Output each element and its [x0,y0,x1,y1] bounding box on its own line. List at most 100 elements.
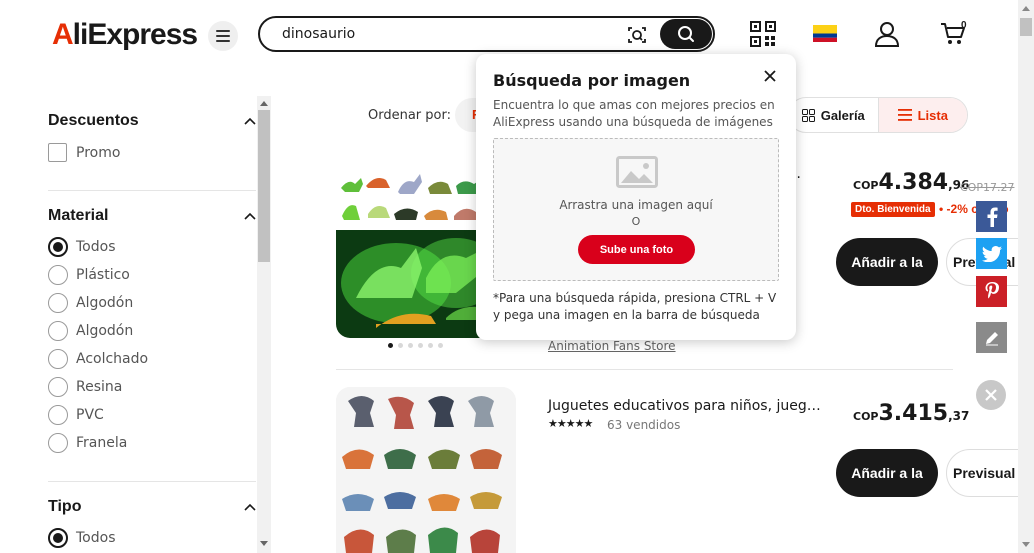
sort-label: Ordenar por: [368,108,451,123]
original-price: COP17.27 [960,181,1015,194]
scroll-down-arrow-icon[interactable] [260,541,268,547]
edit-button[interactable] [976,322,1007,353]
qr-code-icon[interactable] [750,21,776,47]
product-title[interactable]: Juguetes educativos para niños, jueg… [548,398,821,414]
gallery-view-button[interactable]: Galería [789,98,879,132]
carousel-dot[interactable] [398,343,403,348]
page: AliExpress 0 Descuentos Promo Material T… [0,0,1034,553]
paste-hint: *Para una búsqueda rápida, presiona CTRL… [493,291,777,322]
upload-photo-button[interactable]: Sube una foto [578,235,695,264]
product-image[interactable] [336,387,516,553]
divider [48,190,256,191]
image-drop-zone[interactable]: Arrastra una imagen aquí O Sube una foto [493,138,779,281]
radio[interactable] [48,293,68,313]
drop-text: Arrastra una imagen aquí [559,198,713,212]
material-option[interactable]: Plástico [48,265,130,285]
filter-promo[interactable]: Promo [48,143,120,162]
aliexpress-logo[interactable]: AliExpress [52,18,198,52]
radio[interactable] [48,349,68,369]
carousel-dot[interactable] [418,343,423,348]
radio-selected[interactable] [48,237,68,257]
twitter-share-button[interactable] [976,238,1007,269]
material-option-label: Plástico [76,267,130,283]
rating-stars: ★★★★★ [548,418,593,430]
gallery-view-label: Galería [820,107,865,123]
material-option[interactable]: Algodón [48,321,133,341]
close-icon [985,389,997,401]
search-input[interactable] [282,26,612,42]
cart-count: 0 [961,20,967,31]
view-toggle: Galería Lista [788,97,968,133]
scroll-down-arrow-icon[interactable] [1022,542,1030,548]
popup-title: Búsqueda por imagen [493,71,691,90]
divider [48,481,256,482]
scroll-up-arrow-icon[interactable] [1022,5,1030,11]
tipo-header[interactable]: Tipo [48,498,256,516]
colombia-flag-icon[interactable] [813,25,837,42]
sidebar-scroll-thumb[interactable] [258,110,270,262]
scroll-up-arrow-icon[interactable] [260,100,268,106]
chevron-up-icon[interactable] [244,212,256,220]
radio-selected[interactable] [48,528,68,548]
filter-promo-label: Promo [76,144,121,161]
camera-search-icon[interactable] [626,25,648,45]
twitter-icon [981,245,1002,262]
radio[interactable] [48,433,68,453]
radio[interactable] [48,377,68,397]
facebook-icon [987,207,998,227]
account-icon[interactable] [874,21,900,47]
material-option-label: Algodón [76,323,134,339]
carousel-dot[interactable] [388,343,393,348]
radio[interactable] [48,321,68,341]
close-icon[interactable] [764,70,776,82]
tipo-option[interactable]: Todos [48,528,115,548]
product-price: COP4.384,96 [853,170,969,195]
carousel-dot[interactable] [428,343,433,348]
logo-accent: A [52,18,74,51]
or-text: O [631,215,641,228]
sidebar-scrollbar[interactable] [257,96,271,553]
material-option[interactable]: Todos [48,237,115,257]
page-scrollbar[interactable] [1018,0,1034,553]
price-decimal: ,37 [948,409,970,423]
material-option-label: PVC [76,407,104,423]
material-option[interactable]: PVC [48,405,104,425]
search-button[interactable] [660,19,712,49]
material-option[interactable]: Resina [48,377,122,397]
edit-icon [985,331,998,345]
radio[interactable] [48,405,68,425]
facebook-share-button[interactable] [976,201,1007,232]
filter-sidebar: Descuentos Promo Material Todos Plástico… [0,96,272,553]
store-link[interactable]: Animation Fans Store [548,339,676,353]
dinosaur-finger-toys-image [336,387,516,553]
list-view-button[interactable]: Lista [878,98,967,132]
carousel-dot[interactable] [408,343,413,348]
tipo-option-label: Todos [76,530,116,546]
material-header[interactable]: Material [48,207,256,225]
material-option-label: Resina [76,379,123,395]
radio[interactable] [48,265,68,285]
price-currency: COP [853,179,879,192]
add-to-cart-button[interactable]: Añadir a la [836,449,938,497]
popup-description: Encuentra lo que amas con mejores precio… [493,98,775,129]
checkbox[interactable] [48,143,67,162]
tipo-title: Tipo [48,498,82,515]
page-scroll-thumb[interactable] [1020,18,1032,36]
material-option[interactable]: Franela [48,433,127,453]
list-icon [897,109,912,121]
list-view-label: Lista [917,107,948,123]
chevron-up-icon[interactable] [244,503,256,511]
menu-button[interactable] [208,21,238,51]
carousel-dot[interactable] [438,343,443,348]
pinterest-share-button[interactable] [976,276,1007,307]
chevron-up-icon[interactable] [244,117,256,125]
image-carousel-dots [388,343,443,348]
add-to-cart-button[interactable]: Añadir a la [836,238,938,286]
share-close-button[interactable] [976,380,1006,410]
descuentos-header[interactable]: Descuentos [48,112,256,130]
material-option[interactable]: Algodón [48,293,133,313]
product-divider [336,369,953,370]
price-integer: 3.415 [878,401,949,426]
material-option[interactable]: Acolchado [48,349,148,369]
image-search-popup: Búsqueda por imagen Encuentra lo que ama… [476,54,796,340]
